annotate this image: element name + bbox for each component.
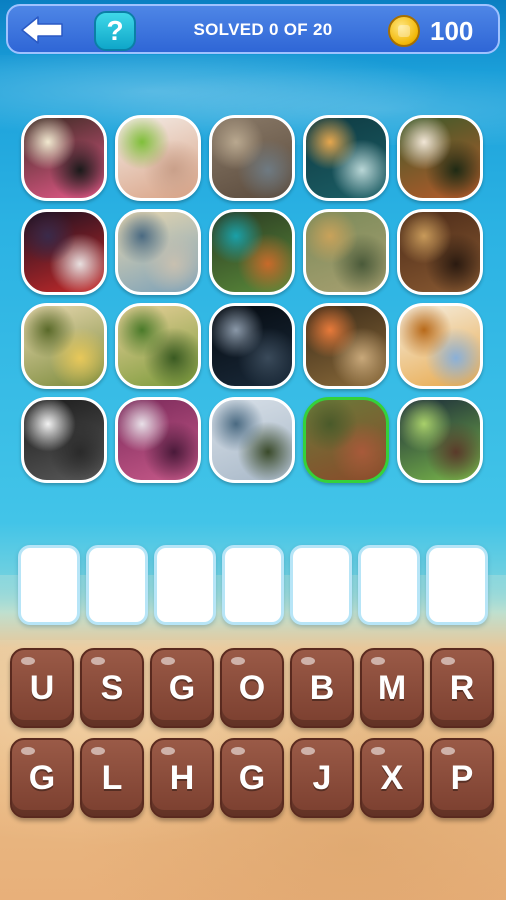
coin-count: 100 <box>430 16 474 46</box>
picture-tile-pancakes-syrup[interactable] <box>397 303 483 389</box>
letter-key-label: M <box>377 668 407 707</box>
letter-key-r[interactable]: R <box>430 648 494 728</box>
picture-tile-heron-bird[interactable] <box>303 209 389 295</box>
letter-key-g[interactable]: G <box>220 738 284 818</box>
picture-tile-geyser[interactable] <box>209 397 295 483</box>
question-mark-icon: ? <box>106 15 124 46</box>
back-button[interactable] <box>18 13 68 47</box>
letter-key-label: G <box>28 758 56 797</box>
answer-slot[interactable] <box>18 545 80 625</box>
letter-key-label: S <box>100 668 124 707</box>
picture-tile-red-panda[interactable] <box>397 115 483 201</box>
back-arrow-icon <box>21 16 63 44</box>
letter-key-s[interactable]: S <box>80 648 144 728</box>
picture-tile-red-cabbage[interactable] <box>115 397 201 483</box>
picture-tile-bird-nest-chicks[interactable] <box>303 303 389 389</box>
picture-tile-artichokes[interactable] <box>21 303 107 389</box>
picture-grid <box>21 115 486 485</box>
picture-tile-ceremony-flag[interactable] <box>21 209 107 295</box>
picture-tile-arctic-fox[interactable] <box>21 397 107 483</box>
letter-key-label: J <box>312 758 332 797</box>
letter-key-j[interactable]: J <box>290 738 354 818</box>
letter-key-label: R <box>449 668 475 707</box>
answer-slot[interactable] <box>358 545 420 625</box>
letter-key-label: G <box>238 758 266 797</box>
coin-icon <box>388 15 420 47</box>
answer-slot[interactable] <box>86 545 148 625</box>
letter-key-label: B <box>309 668 335 707</box>
top-bar: ? SOLVED 0 OF 20 100 <box>6 4 500 54</box>
picture-tile-matcha-ice-cream[interactable] <box>397 397 483 483</box>
picture-tile-motmot-bird[interactable] <box>209 209 295 295</box>
letter-key-label: X <box>380 758 404 797</box>
picture-tile-walnuts[interactable] <box>397 209 483 295</box>
letter-key-l[interactable]: L <box>80 738 144 818</box>
picture-tile-sorghum[interactable] <box>303 397 389 483</box>
help-button[interactable]: ? <box>94 11 136 51</box>
letter-key-g[interactable]: G <box>150 648 214 728</box>
letter-key-p[interactable]: P <box>430 738 494 818</box>
letter-key-label: G <box>168 668 196 707</box>
answer-slot[interactable] <box>222 545 284 625</box>
answer-slot[interactable] <box>290 545 352 625</box>
picture-tile-shark[interactable] <box>209 303 295 389</box>
picture-tile-jellyfish[interactable] <box>303 115 389 201</box>
letter-key-h[interactable]: H <box>150 738 214 818</box>
letter-key-label: U <box>29 668 55 707</box>
letter-key-label: O <box>238 668 266 707</box>
letter-key-label: H <box>169 758 195 797</box>
answer-slot[interactable] <box>154 545 216 625</box>
answer-slot[interactable] <box>426 545 488 625</box>
picture-tile-green-hills[interactable] <box>115 303 201 389</box>
letter-key-g[interactable]: G <box>10 738 74 818</box>
letter-key-label: P <box>450 758 474 797</box>
letter-key-o[interactable]: O <box>220 648 284 728</box>
picture-tile-licorice-candy[interactable] <box>21 115 107 201</box>
letter-key-x[interactable]: X <box>360 738 424 818</box>
picture-tile-woman-eating-lime[interactable] <box>115 115 201 201</box>
picture-tile-harbor-city[interactable] <box>115 209 201 295</box>
letter-key-u[interactable]: U <box>10 648 74 728</box>
letter-key-label: L <box>101 758 123 797</box>
letter-key-b[interactable]: B <box>290 648 354 728</box>
letter-key-m[interactable]: M <box>360 648 424 728</box>
solved-progress: SOLVED 0 OF 20 <box>193 20 333 39</box>
picture-tile-seal-on-bench[interactable] <box>209 115 295 201</box>
